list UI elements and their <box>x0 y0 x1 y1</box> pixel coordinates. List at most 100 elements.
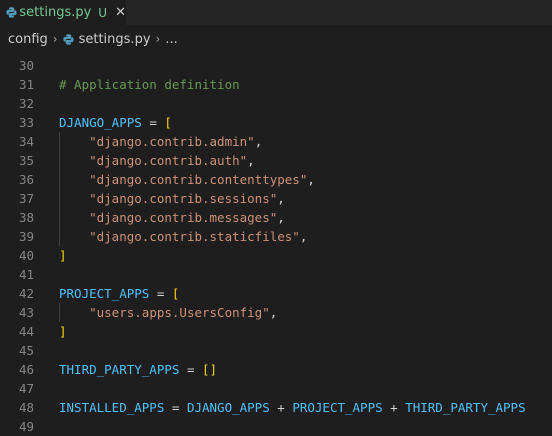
code-token: INSTALLED_APPS <box>59 400 165 415</box>
code-line[interactable]: 45 <box>0 341 552 360</box>
line-code: ] <box>59 322 67 341</box>
code-token: THIRD_PARTY_APPS <box>405 400 526 415</box>
breadcrumb-file[interactable]: settings.py <box>62 31 151 47</box>
line-code: THIRD_PARTY_APPS = [] <box>59 360 217 379</box>
line-code: "users.apps.UsersConfig", <box>59 303 277 322</box>
line-number: 47 <box>18 381 34 396</box>
code-token: ] <box>59 248 67 263</box>
code-line[interactable]: 44] <box>0 322 552 341</box>
code-token: "django.contrib.sessions" <box>89 191 278 206</box>
line-code: "django.contrib.auth", <box>59 151 255 170</box>
code-token: [ <box>171 286 180 301</box>
untracked-badge: U <box>98 5 108 20</box>
code-token: = <box>179 362 202 377</box>
code-token: + <box>269 400 293 415</box>
code-line[interactable]: 37 "django.contrib.sessions", <box>0 189 552 208</box>
line-number: 49 <box>18 419 34 434</box>
code-token: , <box>299 229 308 244</box>
code-line[interactable]: 39 "django.contrib.staticfiles", <box>0 227 552 246</box>
line-code: # Application definition <box>59 75 240 94</box>
code-line[interactable]: 41 <box>0 265 552 284</box>
code-token: , <box>247 153 255 168</box>
code-token: "django.contrib.auth" <box>89 153 248 168</box>
line-number: 44 <box>18 324 34 339</box>
code-token: [] <box>202 362 218 377</box>
line-number: 31 <box>18 77 34 92</box>
code-token: , <box>277 210 285 225</box>
chevron-right-icon: › <box>52 32 58 46</box>
line-code: "django.contrib.sessions", <box>59 189 285 208</box>
line-code: "django.contrib.staticfiles", <box>59 227 307 246</box>
code-token: + <box>382 400 406 415</box>
code-token: PROJECT_APPS <box>292 400 383 415</box>
line-number: 37 <box>18 191 34 206</box>
code-token: ] <box>59 324 67 339</box>
code-line[interactable]: 33 DJANGO_APPS = [ <box>0 113 552 132</box>
code-line[interactable]: 43 "users.apps.UsersConfig", <box>0 303 552 322</box>
code-line[interactable]: 36 "django.contrib.contenttypes", <box>0 170 552 189</box>
code-line[interactable]: 49 <box>0 417 552 436</box>
python-file-icon <box>62 33 74 45</box>
code-line[interactable]: 46 THIRD_PARTY_APPS = [] <box>0 360 552 379</box>
indent-guide <box>59 132 60 246</box>
code-token: # Application definition <box>59 77 240 92</box>
code-token: "django.contrib.messages" <box>89 210 278 225</box>
code-line[interactable]: 42 PROJECT_APPS = [ <box>0 284 552 303</box>
code-token: "django.contrib.staticfiles" <box>89 229 300 244</box>
code-line[interactable]: 32 <box>0 94 552 113</box>
code-token: , <box>269 305 278 320</box>
code-token: = <box>149 286 172 301</box>
indent-guide <box>59 303 60 322</box>
code-line[interactable]: 34 "django.contrib.admin", <box>0 132 552 151</box>
code-line[interactable]: 30 <box>0 56 552 75</box>
code-line[interactable]: 38 "django.contrib.messages", <box>0 208 552 227</box>
tab-settings-py[interactable]: settings.py U ✕ <box>0 0 126 25</box>
code-line[interactable]: 47 <box>0 379 552 398</box>
code-token: PROJECT_APPS <box>59 286 150 301</box>
code-token: "django.contrib.contenttypes" <box>89 172 308 187</box>
breadcrumb-symbols[interactable]: ... <box>165 32 177 47</box>
code-token: THIRD_PARTY_APPS <box>59 362 180 377</box>
line-number: 48 <box>18 400 34 415</box>
line-number: 45 <box>18 343 34 358</box>
breadcrumb: config › settings.py › ... <box>0 27 552 51</box>
line-number: 38 <box>18 210 34 225</box>
python-file-icon <box>6 7 17 18</box>
code-line[interactable]: 31 # Application definition <box>0 75 552 94</box>
tab-label: settings.py <box>19 5 92 20</box>
line-code: "django.contrib.messages", <box>59 208 285 227</box>
line-number: 35 <box>18 153 34 168</box>
line-number: 46 <box>18 362 34 377</box>
line-number: 41 <box>18 267 34 282</box>
chevron-right-icon: › <box>155 32 161 46</box>
line-code: "django.contrib.admin", <box>59 132 262 151</box>
code-token: = <box>141 115 165 130</box>
line-number: 32 <box>18 96 34 111</box>
breadcrumb-folder[interactable]: config <box>8 32 48 47</box>
line-number: 34 <box>18 134 34 149</box>
line-code: DJANGO_APPS = [ <box>59 113 172 132</box>
code-token: [ <box>164 115 172 130</box>
line-number: 30 <box>18 58 34 73</box>
line-number: 42 <box>18 286 34 301</box>
close-icon[interactable]: ✕ <box>115 6 126 19</box>
breadcrumb-file-label: settings.py <box>78 31 151 47</box>
line-number: 39 <box>18 229 34 244</box>
code-line[interactable]: 48 INSTALLED_APPS = DJANGO_APPS + PROJECT… <box>0 398 552 417</box>
code-line[interactable]: 35 "django.contrib.auth", <box>0 151 552 170</box>
line-number: 33 <box>18 115 34 130</box>
code-token: , <box>307 172 315 187</box>
code-token: "django.contrib.admin" <box>89 134 255 149</box>
code-line[interactable]: 40] <box>0 246 552 265</box>
code-editor[interactable]: 30 31 # Application definition 32 33 DJANGO_A… <box>0 51 552 434</box>
line-code: PROJECT_APPS = [ <box>59 284 179 303</box>
line-code: ] <box>59 246 67 265</box>
code-token: , <box>277 191 285 206</box>
